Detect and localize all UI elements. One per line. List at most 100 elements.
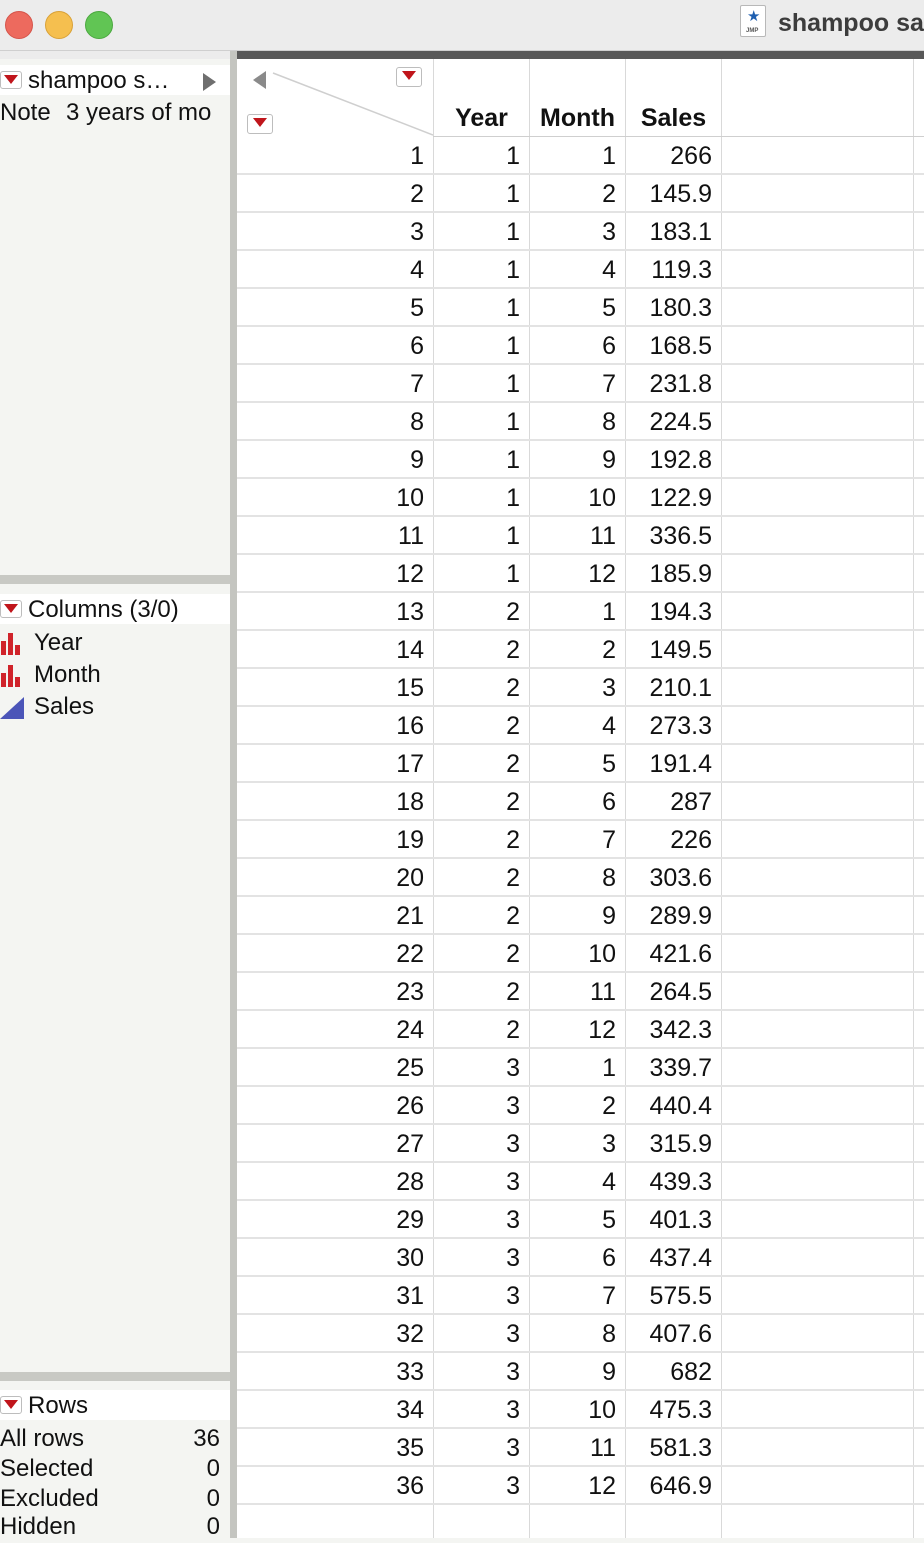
- cell-month[interactable]: 7: [529, 1277, 616, 1315]
- cell-sales[interactable]: 342.3: [625, 1011, 712, 1049]
- columns-menu-triangle-icon[interactable]: [0, 600, 22, 618]
- cell-year[interactable]: 1: [433, 289, 520, 327]
- row-number[interactable]: 23: [237, 973, 424, 1011]
- cell-year[interactable]: 2: [433, 669, 520, 707]
- cell-year[interactable]: 3: [433, 1087, 520, 1125]
- cell-year[interactable]: 3: [433, 1429, 520, 1467]
- row-number[interactable]: 13: [237, 593, 424, 631]
- cell-month[interactable]: 10: [529, 479, 616, 517]
- cell-sales[interactable]: 192.8: [625, 441, 712, 479]
- cell-month[interactable]: 8: [529, 1315, 616, 1353]
- table-row[interactable]: 28 3 4 439.3: [237, 1163, 924, 1201]
- cell-sales[interactable]: 273.3: [625, 707, 712, 745]
- cell-month[interactable]: 9: [529, 441, 616, 479]
- minimize-window-button[interactable]: [45, 11, 73, 39]
- cell-year[interactable]: 2: [433, 897, 520, 935]
- cell-month[interactable]: 10: [529, 1391, 616, 1429]
- close-window-button[interactable]: [5, 11, 33, 39]
- table-row[interactable]: 12 1 12 185.9: [237, 555, 924, 593]
- cell-year[interactable]: 1: [433, 175, 520, 213]
- cell-year[interactable]: 1: [433, 517, 520, 555]
- row-number[interactable]: 11: [237, 517, 424, 555]
- play-script-icon[interactable]: [203, 73, 216, 91]
- panel-splitter[interactable]: [0, 575, 230, 584]
- cell-year[interactable]: 2: [433, 593, 520, 631]
- cell-sales[interactable]: 122.9: [625, 479, 712, 517]
- cell-sales[interactable]: 475.3: [625, 1391, 712, 1429]
- cell-month[interactable]: 7: [529, 821, 616, 859]
- table-row[interactable]: 2 1 2 145.9: [237, 175, 924, 213]
- row-number[interactable]: 4: [237, 251, 424, 289]
- cell-month[interactable]: 4: [529, 707, 616, 745]
- table-row[interactable]: 13 2 1 194.3: [237, 593, 924, 631]
- row-number[interactable]: 7: [237, 365, 424, 403]
- table-row[interactable]: 34 3 10 475.3: [237, 1391, 924, 1429]
- row-number[interactable]: 20: [237, 859, 424, 897]
- table-row[interactable]: 3 1 3 183.1: [237, 213, 924, 251]
- row-number[interactable]: 28: [237, 1163, 424, 1201]
- cell-year[interactable]: 2: [433, 707, 520, 745]
- column-header-month[interactable]: Month: [529, 59, 625, 137]
- cell-year[interactable]: 2: [433, 1011, 520, 1049]
- cell-sales[interactable]: 180.3: [625, 289, 712, 327]
- cell-year[interactable]: 1: [433, 555, 520, 593]
- row-number[interactable]: 24: [237, 1011, 424, 1049]
- row-number[interactable]: 22: [237, 935, 424, 973]
- cell-sales[interactable]: 407.6: [625, 1315, 712, 1353]
- cell-month[interactable]: 2: [529, 1087, 616, 1125]
- table-row[interactable]: 24 2 12 342.3: [237, 1011, 924, 1049]
- cell-year[interactable]: 2: [433, 821, 520, 859]
- table-row[interactable]: 8 1 8 224.5: [237, 403, 924, 441]
- row-number[interactable]: 25: [237, 1049, 424, 1087]
- cell-year[interactable]: 3: [433, 1391, 520, 1429]
- cell-year[interactable]: 1: [433, 137, 520, 175]
- cell-month[interactable]: 6: [529, 783, 616, 821]
- cell-month[interactable]: 2: [529, 631, 616, 669]
- cell-month[interactable]: 1: [529, 593, 616, 631]
- cell-month[interactable]: 7: [529, 365, 616, 403]
- cell-month[interactable]: 6: [529, 1239, 616, 1277]
- cell-month[interactable]: 10: [529, 935, 616, 973]
- column-header-sales[interactable]: Sales: [625, 59, 721, 137]
- cell-sales[interactable]: 210.1: [625, 669, 712, 707]
- row-number[interactable]: 5: [237, 289, 424, 327]
- table-row[interactable]: 33 3 9 682: [237, 1353, 924, 1391]
- cell-month[interactable]: 2: [529, 175, 616, 213]
- cell-month[interactable]: 1: [529, 1049, 616, 1087]
- cell-month[interactable]: 5: [529, 289, 616, 327]
- row-number[interactable]: 9: [237, 441, 424, 479]
- cell-year[interactable]: 3: [433, 1467, 520, 1505]
- cell-month[interactable]: 8: [529, 859, 616, 897]
- table-row[interactable]: 32 3 8 407.6: [237, 1315, 924, 1353]
- panel-splitter[interactable]: [0, 1372, 230, 1381]
- table-row[interactable]: 25 3 1 339.7: [237, 1049, 924, 1087]
- cell-sales[interactable]: 264.5: [625, 973, 712, 1011]
- cell-month[interactable]: 8: [529, 403, 616, 441]
- table-row[interactable]: 22 2 10 421.6: [237, 935, 924, 973]
- columns-panel-header[interactable]: Columns (3/0): [0, 594, 230, 624]
- table-row[interactable]: 14 2 2 149.5: [237, 631, 924, 669]
- cell-sales[interactable]: 421.6: [625, 935, 712, 973]
- cell-year[interactable]: 2: [433, 783, 520, 821]
- back-arrow-icon[interactable]: [253, 71, 266, 89]
- cell-year[interactable]: 3: [433, 1049, 520, 1087]
- cell-sales[interactable]: 575.5: [625, 1277, 712, 1315]
- cell-year[interactable]: 3: [433, 1239, 520, 1277]
- table-row[interactable]: 29 3 5 401.3: [237, 1201, 924, 1239]
- table-menu-triangle-icon[interactable]: [0, 71, 22, 89]
- row-number[interactable]: 14: [237, 631, 424, 669]
- table-row[interactable]: 7 1 7 231.8: [237, 365, 924, 403]
- cell-year[interactable]: 2: [433, 973, 520, 1011]
- table-row[interactable]: 35 3 11 581.3: [237, 1429, 924, 1467]
- cell-month[interactable]: 12: [529, 555, 616, 593]
- cell-year[interactable]: 1: [433, 441, 520, 479]
- row-number[interactable]: 1: [237, 137, 424, 175]
- table-row[interactable]: 20 2 8 303.6: [237, 859, 924, 897]
- table-row[interactable]: 17 2 5 191.4: [237, 745, 924, 783]
- cell-sales[interactable]: 439.3: [625, 1163, 712, 1201]
- cell-year[interactable]: 2: [433, 859, 520, 897]
- column-header-year[interactable]: Year: [433, 59, 529, 137]
- row-number[interactable]: 19: [237, 821, 424, 859]
- cell-sales[interactable]: 315.9: [625, 1125, 712, 1163]
- row-number[interactable]: 2: [237, 175, 424, 213]
